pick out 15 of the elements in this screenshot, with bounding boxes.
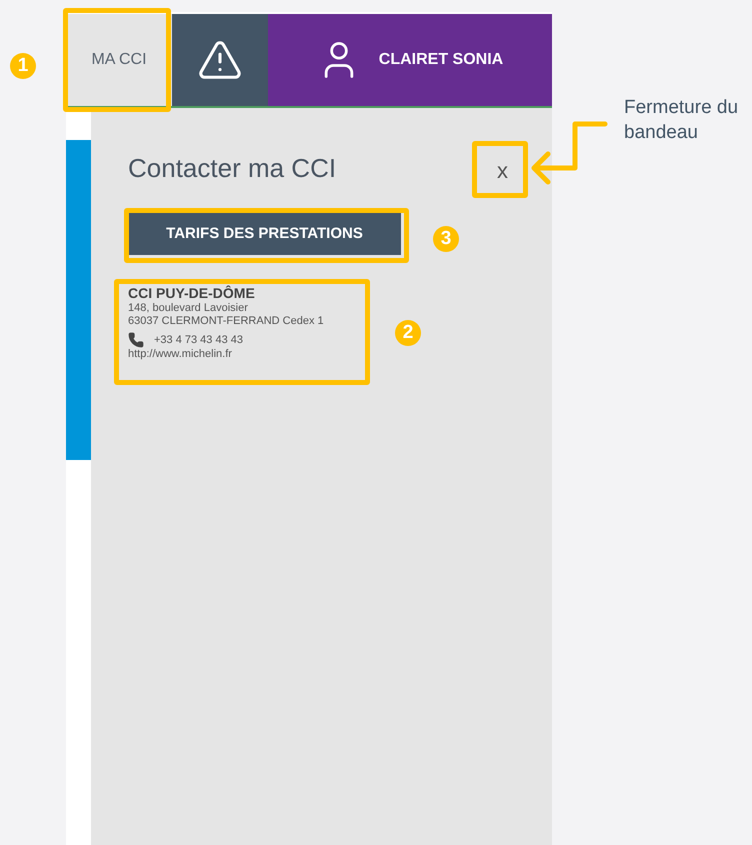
panel-title: Contacter ma CCI [128,152,336,184]
alert-tab[interactable] [172,14,268,106]
phone-number: +33 4 73 43 43 43 [154,334,243,346]
step-number: 1 [10,53,36,79]
highlight-frame [472,141,528,198]
phone-icon [128,332,144,348]
rates-button[interactable]: TARIFS DES PRESTATIONS [128,212,401,255]
nav-tab[interactable]: CLAIRET SONIA [268,14,552,106]
website-link[interactable]: http://www.michelin.fr [128,348,324,361]
address-line: 63037 CLERMONT-FERRAND Cedex 1 [128,315,324,328]
close-button[interactable]: x [493,152,512,184]
callout-label: Fermeture du bandeau [624,96,740,145]
nav-tab[interactable]: MA CCI [66,14,172,106]
address-line: 148, boulevard Lavoisier [128,302,249,315]
contact-name: CCI PUY-DE-DÔME [128,285,256,302]
